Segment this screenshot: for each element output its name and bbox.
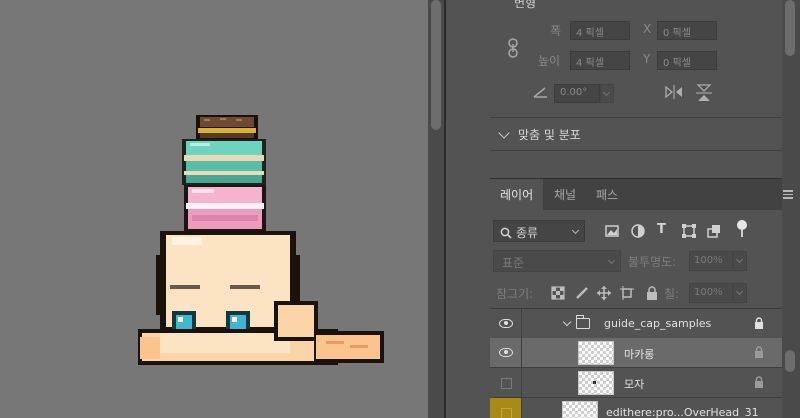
visibility-off-icon: [501, 378, 512, 389]
eye-icon: [499, 348, 513, 357]
height-field[interactable]: 4 픽셀: [570, 51, 630, 70]
section-divider: [490, 150, 782, 151]
folder-icon: [575, 315, 590, 329]
type-filter-icon[interactable]: T: [657, 222, 666, 237]
layer-row[interactable]: 모자: [490, 368, 782, 398]
y-label: Y: [643, 52, 651, 66]
image-filter-icon[interactable]: [604, 223, 620, 239]
lock-transparent-pixels-icon[interactable]: [551, 286, 565, 300]
blend-mode-select[interactable]: 표준: [493, 250, 621, 272]
layer-name[interactable]: guide_cap_samples: [604, 317, 711, 330]
visibility-off-icon: [501, 408, 512, 418]
opacity-dropdown[interactable]: [733, 251, 747, 271]
filter-toggle-stem: [741, 229, 743, 237]
align-distribute-section-toggle[interactable]: 맞춤 및 분포: [498, 126, 581, 143]
chevron-down-icon: [607, 256, 616, 265]
panel-gutter: [446, 0, 490, 418]
layer-name[interactable]: edithere:pro...OverHead_31: [606, 406, 759, 418]
lock-icon: [755, 317, 763, 329]
tab-paths[interactable]: 패스: [586, 179, 628, 211]
flip-vertical-icon[interactable]: [696, 84, 712, 102]
section-divider: [490, 117, 782, 118]
document-canvas[interactable]: [0, 0, 428, 418]
fill-field[interactable]: 100%: [689, 283, 733, 303]
eye-icon: [499, 319, 513, 328]
y-field[interactable]: 0 픽셀: [657, 51, 717, 70]
lock-all-icon[interactable]: [646, 286, 658, 300]
angle-dropdown[interactable]: [600, 84, 614, 103]
layers-scroll-thumb[interactable]: [785, 350, 795, 372]
lock-label: 잠그기:: [496, 287, 534, 301]
visibility-toggle[interactable]: [490, 368, 522, 397]
layer-row-group[interactable]: guide_cap_samples: [490, 309, 782, 339]
layer-row-selected[interactable]: 마카롱: [490, 338, 782, 368]
transform-section-title: 변형: [514, 0, 537, 10]
align-distribute-title: 맞춤 및 분포: [518, 128, 581, 142]
layer-filter-kind-select[interactable]: 종류: [493, 220, 585, 242]
properties-scroll-thumb[interactable]: [785, 0, 795, 56]
opacity-field[interactable]: 100%: [689, 251, 733, 271]
visibility-toggle[interactable]: [490, 338, 522, 367]
x-label: X: [643, 22, 652, 36]
lock-image-pixels-icon[interactable]: [575, 286, 589, 300]
layer-thumbnail: [562, 401, 598, 418]
blend-mode-value: 표준: [502, 256, 525, 270]
adjustment-filter-icon[interactable]: [630, 223, 646, 239]
search-icon: [500, 227, 512, 239]
x-field[interactable]: 0 픽셀: [657, 21, 717, 40]
width-field[interactable]: 4 픽셀: [570, 21, 630, 40]
layer-filter-kind-label: 종류: [516, 226, 539, 240]
visibility-toggle[interactable]: [490, 398, 522, 418]
link-dimensions-icon[interactable]: [505, 38, 521, 58]
lock-icon: [755, 376, 763, 388]
layer-name[interactable]: 모자: [624, 376, 644, 392]
layers-panel-tabbar: 레이어 채널 패스: [490, 178, 782, 211]
fill-dropdown[interactable]: [733, 283, 747, 303]
opacity-label: 불투명도:: [628, 255, 677, 269]
visibility-toggle[interactable]: [490, 309, 522, 338]
lock-position-icon[interactable]: [597, 286, 611, 300]
lock-artboard-icon[interactable]: [620, 286, 634, 300]
pixel-art-character-macaron-hat: [138, 115, 384, 365]
width-label: 폭: [550, 24, 562, 38]
tab-channels[interactable]: 채널: [544, 179, 586, 211]
chevron-down-icon[interactable]: [562, 317, 572, 327]
angle-field[interactable]: 0.00°: [554, 84, 600, 103]
height-label: 높이: [538, 54, 561, 68]
fill-label: 칠:: [664, 287, 680, 301]
flip-horizontal-icon[interactable]: [665, 85, 683, 99]
canvas-scroll-thumb[interactable]: [431, 0, 441, 130]
chevron-down-icon: [571, 226, 580, 235]
shape-filter-icon[interactable]: [681, 223, 697, 239]
layer-row[interactable]: edithere:pro...OverHead_31: [490, 398, 782, 418]
panel-menu-icon[interactable]: [783, 190, 793, 201]
angle-icon: [533, 87, 547, 98]
chevron-down-icon: [498, 126, 510, 139]
smart-object-filter-icon[interactable]: [706, 223, 722, 239]
layer-name[interactable]: 마카롱: [624, 346, 654, 362]
tab-layers[interactable]: 레이어: [490, 179, 544, 211]
lock-icon: [755, 346, 763, 358]
layer-thumbnail: [578, 371, 614, 395]
layer-thumbnail: [578, 341, 614, 365]
